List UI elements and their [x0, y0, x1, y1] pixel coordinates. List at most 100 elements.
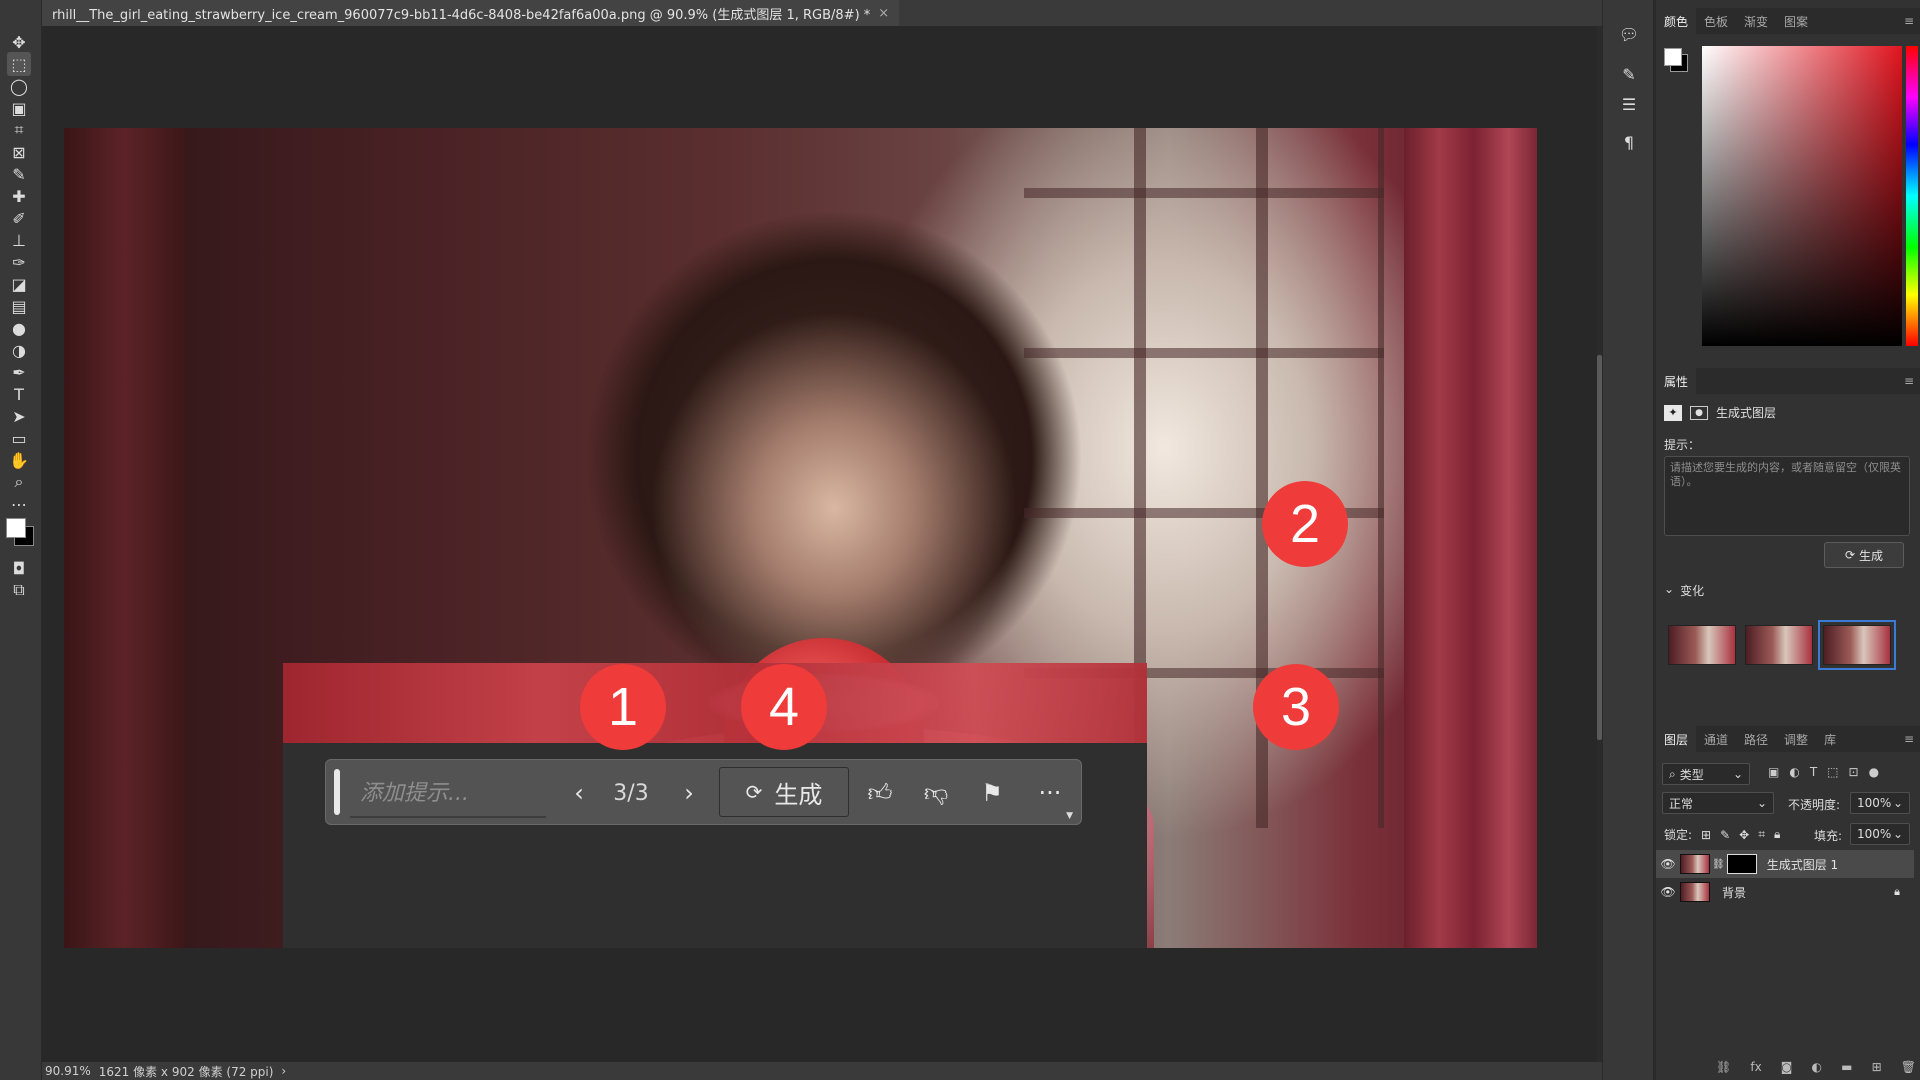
filter-adjustment-icon[interactable]: ◐ [1789, 765, 1799, 779]
generative-layer-icon: ✦ [1664, 404, 1682, 421]
clone-stamp-tool-icon[interactable]: ⊥ [7, 228, 31, 252]
lock-transparency-icon[interactable]: ⊞ [1701, 828, 1711, 842]
layers-panel-menu-icon[interactable]: ≡ [1904, 732, 1914, 746]
lock-position-icon[interactable]: ✥ [1739, 828, 1749, 842]
brush-tool-icon[interactable]: ✐ [7, 206, 31, 230]
tab-swatches[interactable]: 色板 [1696, 8, 1736, 34]
properties-generate-button[interactable]: ⟳ 生成 [1824, 542, 1904, 568]
rectangle-tool-icon[interactable]: ▭ [7, 426, 31, 450]
chevron-down-icon: ⌄ [1892, 796, 1903, 810]
delete-layer-icon[interactable]: 🗑︎ [1901, 1060, 1916, 1074]
tab-gradients[interactable]: 渐变 [1736, 8, 1776, 34]
thumbs-up-icon[interactable]: 👍︎ [862, 774, 898, 812]
generate-button[interactable]: ⟳ 生成 [719, 767, 849, 817]
lock-all-icon[interactable]: 🔒︎ [1774, 827, 1780, 842]
properties-prompt-field[interactable]: 请描述您要生成的内容，或者随意留空（仅限英语）。 [1664, 456, 1910, 536]
tab-adjustments[interactable]: 调整 [1776, 726, 1816, 752]
tab-layers[interactable]: 图层 [1656, 726, 1697, 752]
filter-type-icon[interactable]: T [1810, 765, 1817, 779]
fill-field[interactable]: 100% ⌄ [1850, 823, 1910, 845]
report-flag-icon[interactable]: ⚑ [974, 774, 1010, 812]
eye-icon[interactable]: 👁︎ [1656, 885, 1680, 899]
more-options-icon[interactable]: ··· [1030, 774, 1070, 812]
adjustment-layer-icon[interactable]: ◐ [1812, 1060, 1822, 1074]
close-tab-icon[interactable]: × [878, 6, 889, 21]
lock-pixels-icon[interactable]: ✎ [1720, 828, 1730, 842]
prompt-input[interactable] [350, 770, 546, 818]
chevron-down-icon: ⌄ [1892, 827, 1903, 841]
brush-settings-icon[interactable]: ✎ [1617, 62, 1641, 86]
character-panel-icon[interactable]: ¶ [1617, 130, 1641, 154]
type-tool-icon[interactable]: T [7, 382, 31, 406]
adjustments-sliders-icon[interactable]: ☰ [1617, 92, 1641, 116]
lock-artboard-icon[interactable]: ⌗ [1758, 827, 1765, 842]
tab-color[interactable]: 颜色 [1656, 8, 1697, 34]
layer-filter-select[interactable]: ⌕ 类型 ⌄ [1662, 763, 1750, 785]
eraser-tool-icon[interactable]: ◪ [7, 272, 31, 296]
filter-smart-object-icon[interactable]: ⊡ [1849, 765, 1859, 779]
variations-header[interactable]: ⌄ 变化 [1664, 582, 1704, 599]
tab-paths[interactable]: 路径 [1736, 726, 1776, 752]
add-mask-icon[interactable]: ◙ [1781, 1060, 1793, 1074]
zoom-level[interactable]: 90.91% [45, 1064, 91, 1078]
opacity-field[interactable]: 100% ⌄ [1850, 792, 1910, 814]
variation-thumbnail-1[interactable] [1668, 625, 1736, 665]
screen-mode-icon[interactable]: ⧉ [7, 578, 31, 602]
thumbs-down-icon[interactable]: 👎︎ [918, 774, 954, 812]
marquee-tool-icon[interactable]: ⬚ [7, 52, 31, 76]
foreground-color-swatch[interactable] [6, 518, 26, 538]
gradient-tool-icon[interactable]: ▤ [7, 294, 31, 318]
tab-channels[interactable]: 通道 [1696, 726, 1736, 752]
comments-icon[interactable]: 💬︎ [1617, 22, 1641, 46]
object-selection-tool-icon[interactable]: ▣ [7, 96, 31, 120]
new-group-icon[interactable]: ▬ [1841, 1060, 1852, 1074]
lasso-tool-icon[interactable]: ◯ [7, 74, 31, 98]
previous-variation-icon[interactable]: ‹ [564, 774, 594, 812]
blend-mode-select[interactable]: 正常 ⌄ [1662, 792, 1774, 814]
properties-panel-menu-icon[interactable]: ≡ [1904, 374, 1914, 388]
taskbar-options-caret-icon[interactable]: ▼ [1066, 811, 1073, 821]
move-tool-icon[interactable]: ✥ [7, 30, 31, 54]
crop-tool-icon[interactable]: ⌗ [7, 118, 31, 142]
dodge-tool-icon[interactable]: ◑ [7, 338, 31, 362]
image-curtain-right [1404, 128, 1537, 948]
zoom-tool-icon[interactable]: ⌕ [7, 470, 31, 494]
tab-libraries[interactable]: 库 [1816, 726, 1844, 752]
healing-brush-tool-icon[interactable]: ✚ [7, 184, 31, 208]
filter-pixel-icon[interactable]: ▣ [1768, 765, 1779, 779]
tab-properties[interactable]: 属性 [1656, 368, 1697, 394]
taskbar-drag-handle[interactable] [334, 769, 340, 815]
document-dimensions: 1621 像素 x 902 像素 (72 ppi) [98, 1064, 274, 1079]
quick-mask-icon[interactable]: ◘ [7, 556, 31, 580]
hand-tool-icon[interactable]: ✋ [7, 448, 31, 472]
eyedropper-tool-icon[interactable]: ✎ [7, 162, 31, 186]
color-picker-field[interactable] [1702, 46, 1902, 346]
layer-row[interactable]: 👁︎ 背景 🔒︎ [1656, 878, 1914, 906]
filter-shape-icon[interactable]: ⬚ [1827, 765, 1838, 779]
filter-toggle-icon[interactable]: ● [1869, 765, 1879, 779]
layer-mask-thumbnail[interactable] [1726, 854, 1757, 874]
layer-row[interactable]: 👁︎ ⛓︎ 生成式图层 1 [1656, 850, 1914, 878]
variation-thumbnail-2[interactable] [1745, 625, 1813, 665]
layer-style-icon[interactable]: fx [1750, 1060, 1761, 1074]
status-menu-icon[interactable]: › [281, 1064, 286, 1078]
fill-value: 100% [1857, 827, 1892, 841]
path-selection-tool-icon[interactable]: ➤ [7, 404, 31, 428]
document-tab-bar: rhill__The_girl_eating_strawberry_ice_cr… [42, 0, 1612, 26]
color-panel-menu-icon[interactable]: ≡ [1904, 14, 1914, 28]
frame-tool-icon[interactable]: ⊠ [7, 140, 31, 164]
more-tools-icon[interactable]: ⋯ [7, 492, 31, 516]
link-layers-icon[interactable]: ⛓︎ [1716, 1060, 1731, 1074]
next-variation-icon[interactable]: › [674, 774, 704, 812]
pen-tool-icon[interactable]: ✒ [7, 360, 31, 384]
history-brush-tool-icon[interactable]: ✑ [7, 250, 31, 274]
document-tab[interactable]: rhill__The_girl_eating_strawberry_ice_cr… [42, 0, 900, 26]
fill-label: 填充: [1814, 829, 1843, 843]
variation-thumbnail-3[interactable] [1818, 620, 1896, 670]
blur-tool-icon[interactable]: ● [7, 316, 31, 340]
hue-slider[interactable] [1906, 46, 1918, 346]
eye-icon[interactable]: 👁︎ [1656, 857, 1680, 871]
tab-patterns[interactable]: 图案 [1776, 8, 1816, 34]
new-layer-icon[interactable]: ⊞ [1872, 1060, 1882, 1074]
panel-foreground-swatch[interactable] [1664, 48, 1682, 66]
